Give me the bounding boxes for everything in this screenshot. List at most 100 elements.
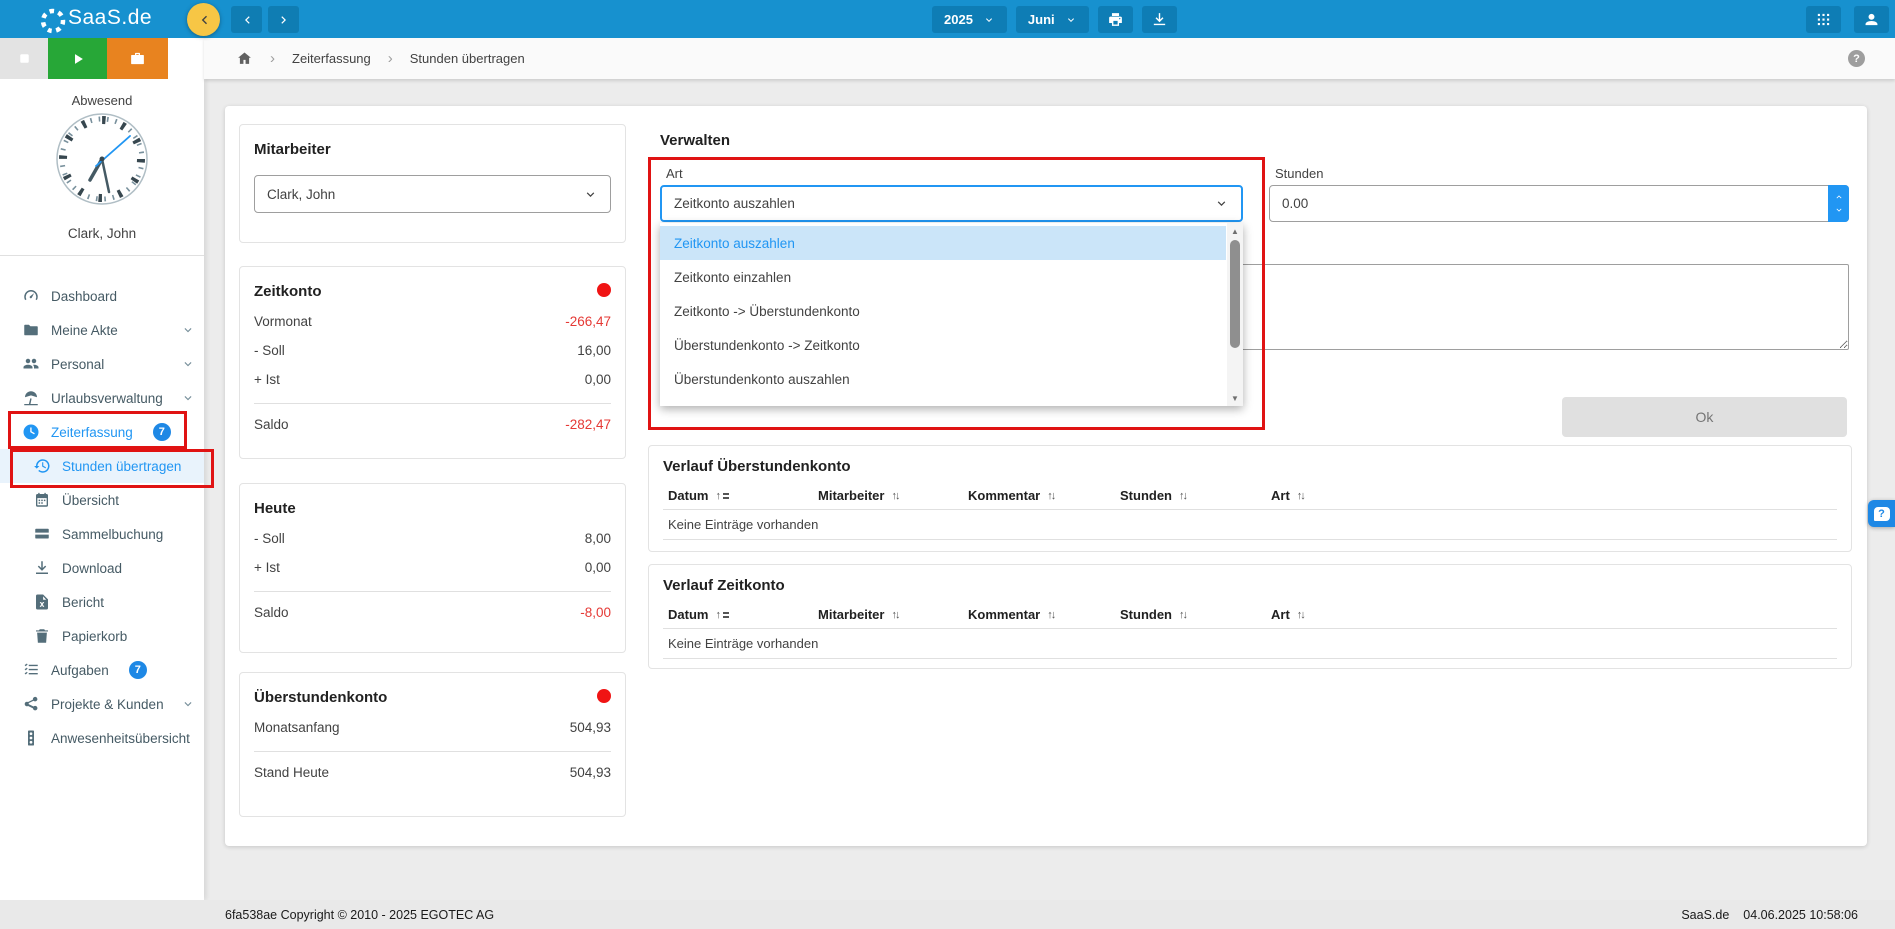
column-stunden[interactable]: Stunden ↑↓ <box>1120 607 1271 622</box>
row-label: + Ist <box>254 372 280 387</box>
chevron-down-icon <box>583 187 598 202</box>
period-controls: 2025 Juni <box>932 6 1177 33</box>
sidebar-item-aufgaben[interactable]: Aufgaben 7 <box>0 653 204 687</box>
column-art[interactable]: Art ↑↓ <box>1271 488 1837 503</box>
sidebar-item-meine-akte[interactable]: Meine Akte <box>0 313 204 347</box>
scroll-down-icon[interactable]: ▼ <box>1227 391 1243 405</box>
main-area: Mitarbeiter Clark, John Zeitkonto Vormon… <box>204 79 1895 900</box>
year-select[interactable]: 2025 <box>932 6 1007 33</box>
sidebar-item-bericht[interactable]: Bericht <box>0 585 204 619</box>
art-option-4[interactable]: Überstundenkonto -> Zeitkonto <box>660 328 1226 362</box>
breadcrumb-stunden-uebertragen[interactable]: Stunden übertragen <box>410 51 525 66</box>
sidebar-item-zeiterfassung[interactable]: Zeiterfassung 7 <box>0 415 204 449</box>
sidebar-item-download[interactable]: Download <box>0 551 204 585</box>
row-label: Vormonat <box>254 314 312 329</box>
art-option-1[interactable]: Zeitkonto auszahlen <box>660 226 1226 260</box>
beach-icon <box>22 389 40 407</box>
verlauf-ueberstunden-title: Verlauf Überstundenkonto <box>663 458 1837 475</box>
saldo-value: 504,93 <box>570 765 611 780</box>
stop-button[interactable] <box>0 38 48 79</box>
sidebar-item-personal[interactable]: Personal <box>0 347 204 381</box>
row-label: + Ist <box>254 560 280 575</box>
column-art[interactable]: Art ↑↓ <box>1271 607 1837 622</box>
sidebar-item-urlaubsverwaltung[interactable]: Urlaubsverwaltung <box>0 381 204 415</box>
nav-forward-button[interactable] <box>268 6 299 33</box>
row-value: 8,00 <box>585 531 611 546</box>
column-stunden[interactable]: Stunden ↑↓ <box>1120 488 1271 503</box>
table-header: Datum ↑ Mitarbeiter ↑↓ Kommentar ↑↓ Stun… <box>663 601 1837 629</box>
page-help-icon[interactable]: ? <box>1848 50 1865 67</box>
mitarbeiter-select[interactable]: Clark, John <box>254 175 611 213</box>
art-option-3[interactable]: Zeitkonto -> Überstundenkonto <box>660 294 1226 328</box>
sidebar-item-uebersicht[interactable]: Übersicht <box>0 483 204 517</box>
subbar: › Zeiterfassung › Stunden übertragen ? <box>0 38 1895 79</box>
sidebar-item-projekte-kunden[interactable]: Projekte & Kunden <box>0 687 204 721</box>
sidebar-item-sammelbuchung[interactable]: Sammelbuchung <box>0 517 204 551</box>
sidebar-item-anwesenheitsuebersicht[interactable]: Anwesenheitsübersicht <box>0 721 204 755</box>
print-button[interactable] <box>1098 6 1133 33</box>
zeitkonto-title: Zeitkonto <box>254 283 611 300</box>
footer-brand: SaaS.de <box>1681 908 1729 922</box>
mitarbeiter-selected: Clark, John <box>267 187 335 202</box>
apps-grid-button[interactable] <box>1806 6 1841 33</box>
scrollbar-thumb[interactable] <box>1230 240 1240 348</box>
sidebar-item-label: Dashboard <box>51 289 117 304</box>
sort-icon: ↑↓ <box>1047 609 1054 621</box>
column-kommentar[interactable]: Kommentar ↑↓ <box>968 488 1120 503</box>
scroll-up-icon[interactable]: ▲ <box>1227 224 1243 238</box>
sidebar-item-dashboard[interactable]: Dashboard <box>0 279 204 313</box>
column-mitarbeiter[interactable]: Mitarbeiter ↑↓ <box>818 607 968 622</box>
sort-asc-icon: ↑ <box>715 490 729 502</box>
start-work-button[interactable] <box>48 38 107 79</box>
nav-back-button[interactable] <box>231 6 262 33</box>
help-fab-button[interactable]: ? <box>1868 500 1895 527</box>
report-icon <box>33 593 51 611</box>
art-option-2[interactable]: Zeitkonto einzahlen <box>660 260 1226 294</box>
sidebar-item-label: Zeiterfassung <box>51 425 133 440</box>
sidebar-item-papierkorb[interactable]: Papierkorb <box>0 619 204 653</box>
row-label: Monatsanfang <box>254 720 340 735</box>
stunden-field <box>1269 185 1849 222</box>
breadcrumb-zeiterfassung[interactable]: Zeiterfassung <box>292 51 371 66</box>
column-kommentar[interactable]: Kommentar ↑↓ <box>968 607 1120 622</box>
dropdown-scrollbar[interactable]: ▲ ▼ <box>1227 223 1243 406</box>
panel-divider <box>254 751 611 752</box>
zeiterfassung-badge: 7 <box>153 423 171 441</box>
ueberstunden-saldo-row: Stand Heute 504,93 <box>254 765 611 780</box>
sort-icon: ↑↓ <box>1297 490 1304 502</box>
ok-button[interactable]: Ok <box>1562 397 1847 437</box>
stop-icon <box>16 50 33 67</box>
column-mitarbeiter[interactable]: Mitarbeiter ↑↓ <box>818 488 968 503</box>
sort-icon: ↑↓ <box>1179 609 1186 621</box>
export-button[interactable] <box>1142 6 1177 33</box>
chevron-down-icon <box>181 357 195 371</box>
app-logo[interactable]: SaaS.de <box>34 2 152 34</box>
column-datum[interactable]: Datum ↑ <box>668 488 818 503</box>
sidebar-item-label: Personal <box>51 357 104 372</box>
topbar: SaaS.de 2025 Juni <box>0 0 1895 38</box>
month-select[interactable]: Juni <box>1016 6 1089 33</box>
art-select[interactable]: Zeitkonto auszahlen <box>660 185 1243 222</box>
heute-row: + Ist 0,00 <box>254 560 611 575</box>
column-datum[interactable]: Datum ↑ <box>668 607 818 622</box>
presence-status: Abwesend <box>0 93 204 108</box>
business-trip-button[interactable] <box>107 38 168 79</box>
stunden-input[interactable] <box>1270 186 1822 221</box>
user-account-button[interactable] <box>1854 6 1889 33</box>
stunden-spinner[interactable] <box>1828 185 1849 222</box>
row-value: 16,00 <box>577 343 611 358</box>
sort-icon: ↑↓ <box>1179 490 1186 502</box>
sort-icon: ↑↓ <box>1047 490 1054 502</box>
collapse-sidebar-button[interactable] <box>187 3 220 36</box>
person-icon <box>1863 11 1880 28</box>
mitarbeiter-panel: Mitarbeiter Clark, John <box>239 124 626 243</box>
trash-icon <box>33 627 51 645</box>
sort-icon: ↑↓ <box>1297 609 1304 621</box>
chevron-left-icon <box>239 12 255 28</box>
sidebar-item-stunden-uebertragen[interactable]: Stunden übertragen <box>0 449 204 483</box>
printer-icon <box>1107 11 1124 28</box>
art-option-5[interactable]: Überstundenkonto auszahlen <box>660 362 1226 396</box>
dashboard-icon <box>22 287 40 305</box>
home-icon[interactable] <box>236 50 253 67</box>
row-label: - Soll <box>254 343 285 358</box>
